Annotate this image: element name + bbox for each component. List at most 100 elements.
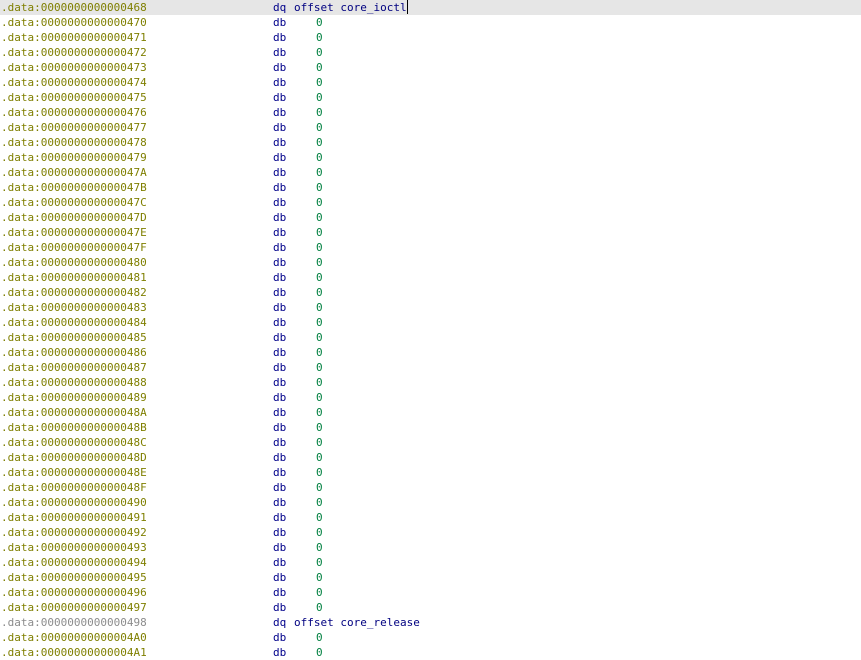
listing-line[interactable]: .data:000000000000047B db 0 (0, 180, 861, 195)
line-mnemonic: db (273, 361, 287, 374)
line-operand-value: 0 (316, 406, 323, 419)
line-address: .data:0000000000000478 (1, 136, 147, 149)
listing-line[interactable]: .data:0000000000000491 db 0 (0, 510, 861, 525)
line-operand-value: 0 (316, 421, 323, 434)
line-mnemonic: db (273, 631, 287, 644)
listing-line[interactable]: .data:0000000000000468 dq offset core_ioct… (0, 0, 861, 15)
line-operand-value: 0 (316, 91, 323, 104)
listing-line[interactable]: .data:0000000000000494 db 0 (0, 555, 861, 570)
line-mnemonic: db (273, 61, 287, 74)
line-operand-value: 0 (316, 646, 323, 659)
line-operand-value: 0 (316, 481, 323, 494)
listing-line[interactable]: .data:0000000000000471 db 0 (0, 30, 861, 45)
line-operand-value: 0 (316, 121, 323, 134)
listing-line[interactable]: .data:0000000000000476 db 0 (0, 105, 861, 120)
listing-line[interactable]: .data:00000000000004A1 db 0 (0, 645, 861, 660)
line-operand-value: 0 (316, 376, 323, 389)
line-mnemonic: db (273, 211, 287, 224)
listing-line[interactable]: .data:0000000000000470 db 0 (0, 15, 861, 30)
listing-line[interactable]: .data:000000000000047C db 0 (0, 195, 861, 210)
listing-line[interactable]: .data:0000000000000479 db 0 (0, 150, 861, 165)
listing-line[interactable]: .data:0000000000000489 db 0 (0, 390, 861, 405)
listing-line[interactable]: .data:0000000000000498 dq offset core_rele… (0, 615, 861, 630)
listing-line[interactable]: .data:0000000000000487 db 0 (0, 360, 861, 375)
line-address: .data:000000000000048E (1, 466, 147, 479)
line-mnemonic: db (273, 331, 287, 344)
line-address: .data:0000000000000489 (1, 391, 147, 404)
line-operand: offset core_ioctl (294, 0, 408, 15)
line-operand-value: 0 (316, 31, 323, 44)
listing-line[interactable]: .data:000000000000047A db 0 (0, 165, 861, 180)
listing-line[interactable]: .data:000000000000047D db 0 (0, 210, 861, 225)
line-operand-value: 0 (316, 331, 323, 344)
listing-line[interactable]: .data:0000000000000486 db 0 (0, 345, 861, 360)
listing-line[interactable]: .data:0000000000000497 db 0 (0, 600, 861, 615)
listing-line[interactable]: .data:0000000000000493 db 0 (0, 540, 861, 555)
listing-line[interactable]: .data:000000000000048B db 0 (0, 420, 861, 435)
line-address: .data:000000000000047E (1, 226, 147, 239)
line-operand-value: 0 (316, 16, 323, 29)
line-address: .data:0000000000000492 (1, 526, 147, 539)
listing-line[interactable]: .data:000000000000048A db 0 (0, 405, 861, 420)
line-operand-value: 0 (316, 61, 323, 74)
line-mnemonic: db (273, 556, 287, 569)
listing-line[interactable]: .data:000000000000047F db 0 (0, 240, 861, 255)
line-mnemonic: db (273, 151, 287, 164)
listing-line[interactable]: .data:0000000000000473 db 0 (0, 60, 861, 75)
line-mnemonic: db (273, 256, 287, 269)
line-mnemonic: db (273, 541, 287, 554)
line-mnemonic: db (273, 31, 287, 44)
listing-line[interactable]: .data:0000000000000478 db 0 (0, 135, 861, 150)
line-operand-value: 0 (316, 256, 323, 269)
listing-line[interactable]: .data:0000000000000481 db 0 (0, 270, 861, 285)
listing-line[interactable]: .data:0000000000000485 db 0 (0, 330, 861, 345)
line-address: .data:0000000000000494 (1, 556, 147, 569)
listing-line[interactable]: .data:00000000000004A0 db 0 (0, 630, 861, 645)
listing-line[interactable]: .data:0000000000000492 db 0 (0, 525, 861, 540)
listing-line[interactable]: .data:0000000000000495 db 0 (0, 570, 861, 585)
line-mnemonic: db (273, 571, 287, 584)
line-mnemonic: db (273, 76, 287, 89)
line-operand-value: 0 (316, 151, 323, 164)
line-address: .data:000000000000048C (1, 436, 147, 449)
listing-line[interactable]: .data:0000000000000472 db 0 (0, 45, 861, 60)
listing-line[interactable]: .data:0000000000000488 db 0 (0, 375, 861, 390)
listing-line[interactable]: .data:0000000000000482 db 0 (0, 285, 861, 300)
line-address: .data:0000000000000479 (1, 151, 147, 164)
line-mnemonic: db (273, 376, 287, 389)
line-operand-value: 0 (316, 436, 323, 449)
line-operand-value: 0 (316, 631, 323, 644)
disassembly-listing[interactable]: .data:0000000000000468 dq offset core_ioct… (0, 0, 861, 660)
line-mnemonic: db (273, 481, 287, 494)
listing-line[interactable]: .data:000000000000048F db 0 (0, 480, 861, 495)
line-address: .data:00000000000004A1 (1, 646, 147, 659)
line-address: .data:0000000000000468 (1, 1, 147, 14)
line-address: .data:000000000000047C (1, 196, 147, 209)
listing-line[interactable]: .data:0000000000000480 db 0 (0, 255, 861, 270)
line-mnemonic: db (273, 316, 287, 329)
listing-line[interactable]: .data:0000000000000483 db 0 (0, 300, 861, 315)
line-operand-value: 0 (316, 346, 323, 359)
line-address: .data:0000000000000477 (1, 121, 147, 134)
listing-line[interactable]: .data:0000000000000475 db 0 (0, 90, 861, 105)
line-address: .data:0000000000000488 (1, 376, 147, 389)
symbol-reference[interactable]: core_ioctl (340, 1, 406, 14)
line-address: .data:0000000000000497 (1, 601, 147, 614)
listing-line[interactable]: .data:0000000000000477 db 0 (0, 120, 861, 135)
listing-line[interactable]: .data:000000000000048D db 0 (0, 450, 861, 465)
line-address: .data:0000000000000487 (1, 361, 147, 374)
line-mnemonic: db (273, 241, 287, 254)
listing-line[interactable]: .data:0000000000000490 db 0 (0, 495, 861, 510)
listing-line[interactable]: .data:000000000000048C db 0 (0, 435, 861, 450)
symbol-reference[interactable]: core_release (340, 616, 419, 629)
listing-line[interactable]: .data:0000000000000496 db 0 (0, 585, 861, 600)
line-mnemonic: db (273, 196, 287, 209)
line-mnemonic: db (273, 586, 287, 599)
listing-line[interactable]: .data:000000000000047E db 0 (0, 225, 861, 240)
listing-line[interactable]: .data:0000000000000484 db 0 (0, 315, 861, 330)
line-mnemonic: db (273, 136, 287, 149)
listing-line[interactable]: .data:000000000000048E db 0 (0, 465, 861, 480)
line-operand-value: 0 (316, 541, 323, 554)
line-operand-value: 0 (316, 286, 323, 299)
listing-line[interactable]: .data:0000000000000474 db 0 (0, 75, 861, 90)
